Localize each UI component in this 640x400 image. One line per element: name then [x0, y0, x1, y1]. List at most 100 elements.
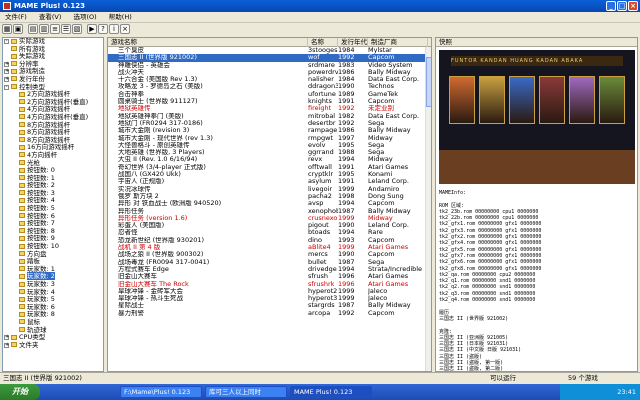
game-row[interactable]: 十六合金 (美国版 Rev 1.3) nalisher 1984 Data East … — [108, 76, 431, 83]
game-rom-name: sfrushrk — [308, 280, 335, 288]
game-row[interactable]: 异形任务 xenophob 1987 Bally Midway — [108, 208, 431, 215]
tree-item[interactable]: 鼠标 — [3, 318, 103, 327]
tree-item[interactable]: + CPU类型 — [3, 333, 103, 342]
game-year: 1986 — [338, 68, 355, 76]
game-row[interactable]: 地狱英雄传 fireight 1992 未定业别 — [108, 105, 431, 112]
game-row[interactable]: 合击神拳 ufortune 1989 GameTek — [108, 91, 431, 98]
game-row[interactable]: 战场之狼 II (世界版 900302) mercs 1990 Capcom — [108, 251, 431, 258]
game-row[interactable]: 战机 II 第 4 版 aBlite4 1999 Atari Games — [108, 244, 431, 251]
tree-item[interactable]: + 游戏制造 — [3, 68, 103, 76]
game-row[interactable]: 城市大金刚 (revision 3) rampage 1986 Bally Midwa… — [108, 127, 431, 134]
expand-icon[interactable]: + — [4, 342, 9, 348]
collapse-icon[interactable]: - — [4, 39, 9, 44]
help-icon[interactable]: ? — [98, 24, 108, 34]
game-row[interactable]: 奇幻世界 (3/4-player 正式版) offtwall 1991 Atari G… — [108, 164, 431, 171]
snapshot-tab[interactable]: 快照 — [436, 38, 637, 47]
game-row[interactable]: 旱球冲锋 - 热斗生死战 hyperot3 1999 Jaleco — [108, 295, 431, 302]
game-rom-name: cryptklr — [308, 171, 334, 179]
expand-icon[interactable]: + — [4, 76, 9, 82]
list-scrollbar[interactable] — [425, 47, 431, 371]
column-header-description[interactable]: 游戏名称 — [108, 38, 308, 47]
game-row[interactable]: 三国志 II (世界版 921002) wof 1992 Capcom — [108, 54, 431, 62]
expand-icon[interactable]: + — [4, 69, 9, 75]
menu-options[interactable]: 选项(O) — [69, 12, 102, 23]
game-row[interactable]: 异形 对 铁血战士 (欧洲版 940520) avsp 1994 Capcom — [108, 200, 431, 207]
game-year: 1986 — [338, 127, 355, 135]
taskbar-item-browser[interactable]: 库可三人以上同时 — [205, 386, 287, 398]
large-icons-icon[interactable]: ▤ — [28, 24, 38, 34]
game-row[interactable]: 大怪兽格斗 - 原创英雄传 evolv 1995 Sega — [108, 142, 431, 149]
game-manufacturer: Andamiro — [368, 185, 400, 193]
tree-item[interactable]: 所有游戏 — [3, 45, 103, 54]
game-row[interactable]: 忍者怪 btoads 1994 Rare — [108, 229, 431, 236]
scrollbar-thumb[interactable] — [426, 57, 431, 107]
tree-item[interactable]: + 分辨率 — [3, 60, 103, 69]
snapshot-toggle-icon[interactable]: ▣ — [13, 24, 23, 34]
game-row[interactable]: 旧金山大赛车 sfrush 1996 Atari Games — [108, 273, 431, 280]
collapse-icon[interactable]: - — [4, 84, 9, 90]
game-row[interactable]: 地狱英雄神拳门 (美版) mitrobal 1982 Data East Corp. — [108, 113, 431, 120]
info-icon[interactable]: i — [109, 24, 119, 34]
game-row[interactable]: 宇宙人 (正规版) asylum 1991 Leland Corp. — [108, 178, 431, 185]
clear-search-icon[interactable]: × — [120, 24, 130, 34]
game-row[interactable]: 异形任务 (version 1.6) crusnexo 1999 Midway — [108, 215, 431, 222]
game-rom-name: btoads — [308, 229, 331, 237]
game-row[interactable]: 战国八 (GX420 Ukk) cryptklr 1995 Konami — [108, 171, 431, 178]
game-row[interactable]: 恐龙新世纪 (世界版 930201) dino 1993 Capcom — [108, 237, 431, 244]
column-header-manufacturer[interactable]: 制造厂商 — [368, 38, 428, 47]
game-row[interactable]: 大地英雄 (世界版, 3 Players) ggrrand 1988 Sega — [108, 149, 431, 156]
tree-item[interactable]: 方向盘 — [3, 250, 103, 259]
small-icons-icon[interactable]: ▥ — [39, 24, 49, 34]
play-icon[interactable]: ▶ — [87, 24, 97, 34]
column-header-name[interactable]: 名称 — [308, 38, 338, 47]
expand-icon[interactable]: + — [4, 61, 9, 67]
game-row[interactable]: 神雕侠侣 - 英雄会 srdmare 1983 Video System — [108, 62, 431, 69]
tree-item[interactable]: + 发行年份 — [3, 75, 103, 84]
game-year: 1991 — [338, 98, 355, 106]
game-row[interactable]: 战火冲天 powerdrv 1986 Bally Midway — [108, 69, 431, 76]
tree-item[interactable]: 4方向摇杆 — [3, 151, 103, 160]
menu-view[interactable]: 查看(V) — [34, 12, 67, 23]
tree-item[interactable]: 失踪游戏 — [3, 52, 103, 61]
tree-item[interactable]: 按钮数: 10 — [3, 242, 103, 251]
tree-item[interactable]: 玩家数: 8 — [3, 311, 103, 319]
game-row[interactable]: 彩蛋人 (美国版) pigout 1990 Leland Corp. — [108, 222, 431, 229]
game-row[interactable]: 旱球冲锋 - 金砖军大会 hyperot2 1999 Jaleco — [108, 288, 431, 295]
title-bar[interactable]: MAME Plus! 0.123 _ □ × — [0, 0, 640, 12]
game-row[interactable]: 大虫 II (Rev. 1.0 6/16/94) revx 1994 Midway — [108, 156, 431, 163]
game-row[interactable]: 星际战士 stargrds 1987 Bally Midway — [108, 302, 431, 309]
game-row[interactable]: 方程式赛车 Edge drivedge 1994 Strata/Incredible — [108, 266, 431, 273]
game-row[interactable]: 圆桌骑士 (世界版 911127) knights 1991 Capcom — [108, 98, 431, 105]
maximize-button[interactable]: □ — [617, 1, 627, 11]
game-year: 1990 — [338, 222, 355, 230]
expand-icon[interactable]: + — [4, 335, 9, 341]
list-view-icon[interactable]: ≡ — [50, 24, 60, 34]
game-row[interactable]: 旧金山大赛车 The Rock sfrushrk 1996 Atari Games — [108, 281, 431, 288]
folder-view-icon[interactable]: ▦ — [2, 24, 12, 34]
minimize-button[interactable]: _ — [606, 1, 616, 11]
game-row[interactable]: 城市大金刚 - 现代世界 (rev 1.3) rmpgwt 1997 Midway — [108, 135, 431, 142]
tree-item[interactable]: 轨迹球 — [3, 326, 103, 335]
game-row[interactable]: 俄罗 斯方块 2 pacha2 1998 Dong Sung — [108, 193, 431, 200]
tree-item[interactable]: - 实际游戏 — [3, 38, 103, 46]
menu-help[interactable]: 帮助(H) — [104, 12, 137, 23]
taskbar-item-mame[interactable]: MAME Plus! 0.123 — [290, 386, 372, 398]
taskbar-item-folder[interactable]: F:\Mame\Plus! 0.123 — [120, 386, 202, 398]
game-row[interactable]: 战场毒龙 (FR0094 317-0041) bullet 1987 Sega — [108, 259, 431, 266]
game-row[interactable]: 实况冰球传 livegoir 1999 Andamiro — [108, 186, 431, 193]
details-view-icon[interactable]: ☰ — [61, 24, 71, 34]
game-row[interactable]: 三个臭皮 3stooges 1984 Mylstar — [108, 47, 431, 54]
column-header-year[interactable]: 发行年代 — [338, 38, 368, 47]
character-portrait — [599, 76, 625, 124]
folder-icon — [19, 190, 25, 196]
close-button[interactable]: × — [628, 1, 638, 11]
game-row[interactable]: 攻略龙 3 - 罗德岛之石 (美版) ddragon3 1990 Technos — [108, 83, 431, 90]
start-button[interactable]: 开始 — [0, 384, 40, 400]
game-year: 1994 — [338, 265, 355, 273]
tree-item[interactable]: + 文件夹 — [3, 341, 103, 350]
game-row[interactable]: 地狱门 (FR0294 317-0186) desertbr 1992 Sega — [108, 120, 431, 127]
menu-file[interactable]: 文件(F) — [0, 12, 32, 23]
game-row[interactable]: 暴力刑警 arcopa 1992 Capcom — [108, 310, 431, 317]
grouped-view-icon[interactable]: ▧ — [72, 24, 82, 34]
game-manufacturer: Sega — [368, 141, 385, 149]
